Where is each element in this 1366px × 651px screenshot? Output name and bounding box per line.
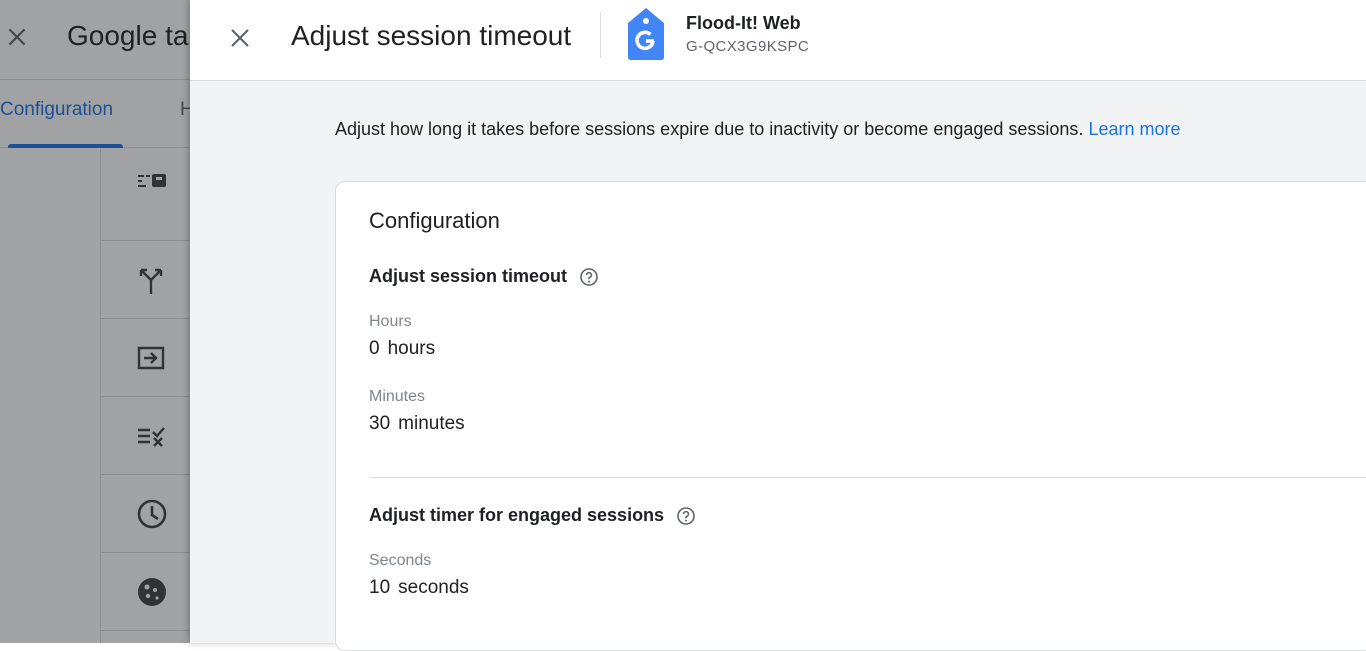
hours-label: Hours xyxy=(369,313,412,330)
session-timeout-title: Adjust session timeout xyxy=(369,266,568,286)
seconds-label: Seconds xyxy=(369,552,432,569)
hours-field[interactable]: 0 hours xyxy=(369,338,435,360)
learn-more-link[interactable]: Learn more xyxy=(1088,119,1180,139)
close-icon[interactable] xyxy=(226,24,254,52)
session-timeout-heading: Adjust session timeout xyxy=(369,266,599,287)
description-text: Adjust how long it takes before sessions… xyxy=(335,119,1084,139)
seconds-unit: seconds xyxy=(398,577,469,598)
hours-value[interactable]: 0 xyxy=(369,338,380,359)
minutes-unit: minutes xyxy=(398,413,465,434)
stream-id: G-QCX3G9KSPC xyxy=(686,38,810,55)
header-divider xyxy=(600,12,601,58)
seconds-field[interactable]: 10 seconds xyxy=(369,577,469,599)
stream-name: Flood-It! Web xyxy=(686,13,801,33)
panel-header: Adjust session timeout Flood-It! Web G-Q… xyxy=(190,0,1366,81)
minutes-label: Minutes xyxy=(369,388,426,405)
section-divider xyxy=(369,477,1366,478)
help-circle-icon[interactable] xyxy=(579,267,599,287)
minutes-field[interactable]: 30 minutes xyxy=(369,413,465,435)
hours-unit: hours xyxy=(387,338,436,359)
tag-icon xyxy=(628,8,664,60)
minutes-value[interactable]: 30 xyxy=(369,413,390,434)
engaged-title: Adjust timer for engaged sessions xyxy=(369,505,665,525)
session-timeout-panel: Adjust session timeout Flood-It! Web G-Q… xyxy=(190,0,1366,651)
help-circle-icon[interactable] xyxy=(676,506,696,526)
panel-title: Adjust session timeout xyxy=(291,20,572,51)
panel-description: Adjust how long it takes before sessions… xyxy=(335,119,1181,140)
seconds-value[interactable]: 10 xyxy=(369,577,390,598)
configuration-card: Configuration Adjust session timeout Hou… xyxy=(335,181,1366,651)
engaged-heading: Adjust timer for engaged sessions xyxy=(369,505,696,526)
card-title: Configuration xyxy=(369,208,500,233)
